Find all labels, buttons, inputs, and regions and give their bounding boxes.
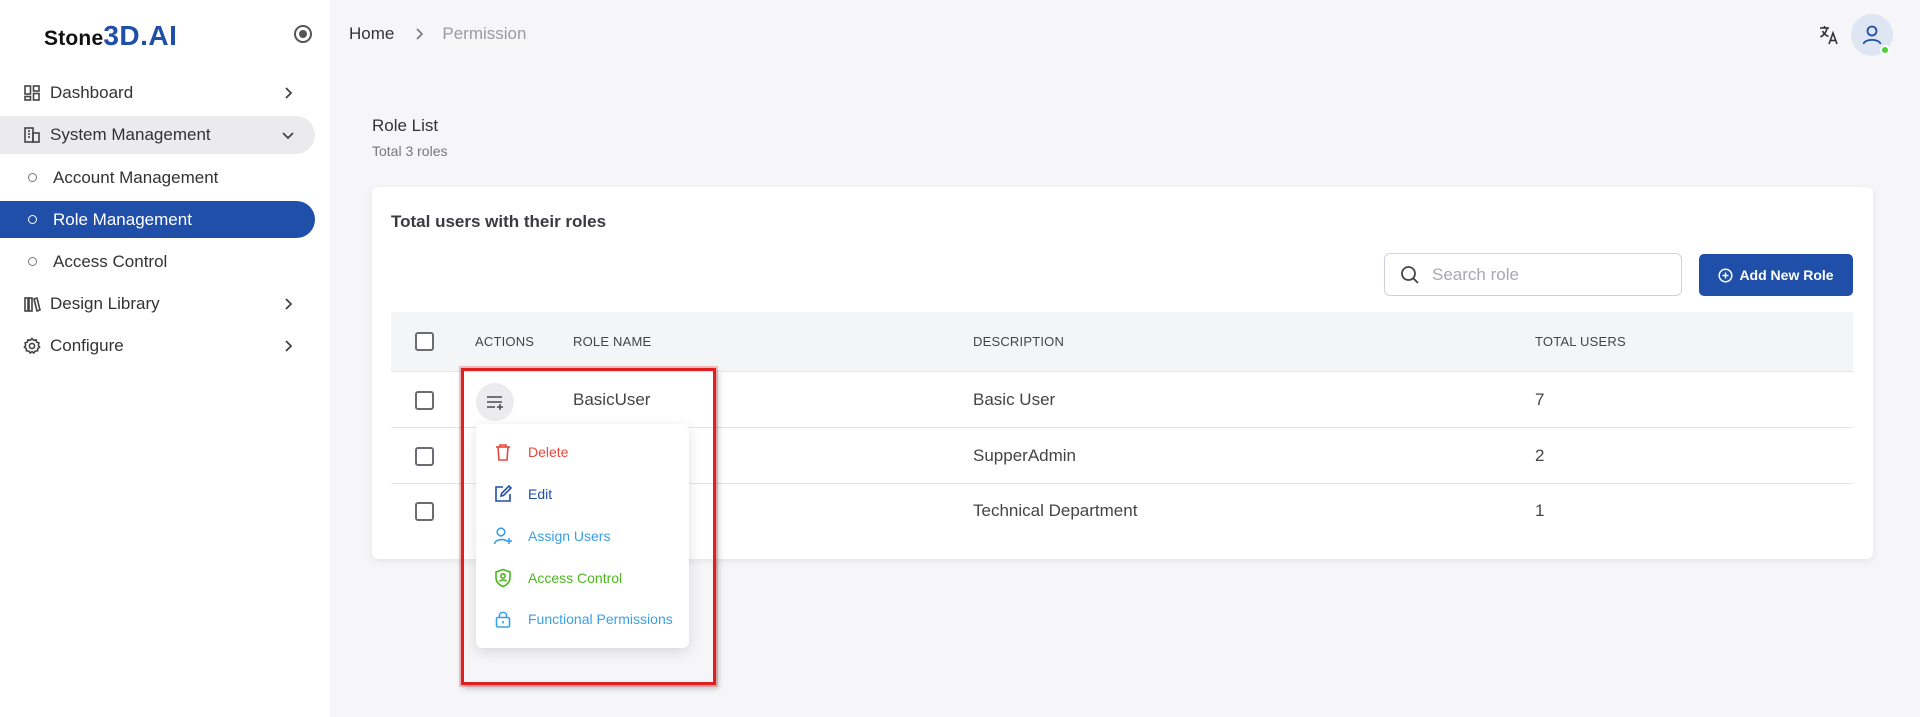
column-header-description[interactable]: DESCRIPTION [973, 334, 1064, 349]
row-checkbox[interactable] [415, 391, 434, 410]
page-title: Role List [372, 116, 439, 135]
sidebar-subitem-account-management[interactable]: Account Management [0, 159, 315, 196]
chevron-right-icon [416, 28, 424, 40]
breadcrumb-home[interactable]: Home [349, 24, 394, 44]
sidebar: Stone 3D.AI Dashboard System Management A… [0, 0, 330, 717]
search-role-field[interactable] [1384, 253, 1682, 296]
table-header: ACTIONS ROLE NAME DESCRIPTION TOTAL USER… [391, 312, 1853, 372]
radio-dot-icon [299, 30, 307, 38]
gear-icon [23, 337, 41, 355]
sidebar-subitem-access-control[interactable]: Access Control [0, 243, 315, 280]
column-header-total-users[interactable]: TOTAL USERS [1535, 334, 1626, 349]
menu-item-label: Access Control [528, 570, 623, 586]
row-actions-menu: Delete Edit Assign Users Access Control … [476, 424, 689, 648]
sidebar-item-configure[interactable]: Configure [0, 327, 315, 365]
building-icon [24, 127, 40, 143]
total-users-cell: 7 [1535, 390, 1545, 409]
description-cell: SupperAdmin [973, 446, 1077, 465]
add-new-role-button[interactable]: Add New Role [1699, 254, 1853, 296]
breadcrumb-current: Permission [442, 24, 527, 43]
sidebar-subitem-label: Access Control [53, 251, 168, 271]
description-cell: Basic User [973, 390, 1056, 409]
menu-item-edit[interactable]: Edit [476, 477, 689, 511]
edit-icon [495, 484, 513, 502]
lock-icon [495, 611, 511, 628]
menu-item-functional-permissions[interactable]: Functional Permissions [476, 602, 689, 636]
breadcrumb: Home Permission [349, 24, 526, 44]
sidebar-item-label: Dashboard [50, 83, 134, 102]
sidebar-item-label: Configure [50, 336, 124, 355]
sidebar-subitem-label: Role Management [53, 209, 192, 229]
menu-item-delete[interactable]: Delete [476, 435, 689, 469]
translate-icon[interactable] [1818, 24, 1840, 46]
role-name-cell: BasicUser [573, 390, 651, 409]
total-users-cell: 2 [1535, 446, 1545, 465]
card-title: Total users with their roles [391, 212, 607, 231]
shield-user-icon [495, 568, 511, 588]
plus-circle-icon [1718, 267, 1733, 283]
app-logo[interactable]: Stone 3D.AI [44, 20, 177, 52]
sidebar-item-label: System Management [50, 125, 211, 144]
add-new-role-label: Add New Role [1739, 267, 1834, 283]
column-header-actions: ACTIONS [475, 334, 535, 349]
user-plus-icon [493, 527, 512, 545]
sidebar-item-design-library[interactable]: Design Library [0, 285, 315, 323]
chevron-down-icon [282, 132, 294, 140]
row-checkbox[interactable] [415, 447, 434, 466]
menu-item-label: Delete [528, 444, 569, 460]
library-icon [24, 296, 41, 313]
sidebar-item-system-management[interactable]: System Management [0, 116, 315, 154]
sidebar-collapse-toggle[interactable] [294, 25, 312, 43]
circle-icon [28, 257, 37, 266]
column-header-role-name[interactable]: ROLE NAME [573, 334, 651, 349]
trash-icon [496, 444, 510, 461]
menu-item-access-control[interactable]: Access Control [476, 561, 689, 595]
user-icon [1862, 25, 1882, 45]
menu-item-assign-users[interactable]: Assign Users [476, 519, 689, 553]
select-all-checkbox[interactable] [415, 332, 434, 351]
logo-text-stone: Stone [44, 27, 104, 50]
search-icon [1401, 265, 1419, 284]
sidebar-item-dashboard[interactable]: Dashboard [0, 74, 315, 112]
total-users-cell: 1 [1535, 501, 1545, 520]
online-status-badge [1880, 45, 1890, 55]
circle-icon [28, 215, 37, 224]
chevron-right-icon [285, 298, 293, 310]
menu-item-label: Assign Users [528, 528, 611, 544]
chevron-right-icon [285, 87, 293, 99]
list-add-icon [487, 396, 503, 410]
chevron-right-icon [285, 340, 293, 352]
menu-item-label: Functional Permissions [528, 611, 673, 627]
dashboard-icon [24, 85, 40, 101]
logo-text-3dai: 3D.AI [103, 20, 178, 51]
table-row: BasicUser Basic User 7 [391, 373, 1853, 428]
description-cell: Technical Department [973, 501, 1138, 520]
row-checkbox[interactable] [415, 502, 434, 521]
search-input[interactable] [1432, 264, 1672, 285]
sidebar-item-label: Design Library [50, 294, 160, 313]
row-actions-button[interactable] [476, 383, 514, 421]
sidebar-subitem-label: Account Management [53, 167, 219, 187]
sidebar-subitem-role-management[interactable]: Role Management [0, 201, 315, 238]
menu-item-label: Edit [528, 486, 553, 502]
page-subtitle: Total 3 roles [372, 143, 448, 159]
circle-icon [28, 173, 37, 182]
